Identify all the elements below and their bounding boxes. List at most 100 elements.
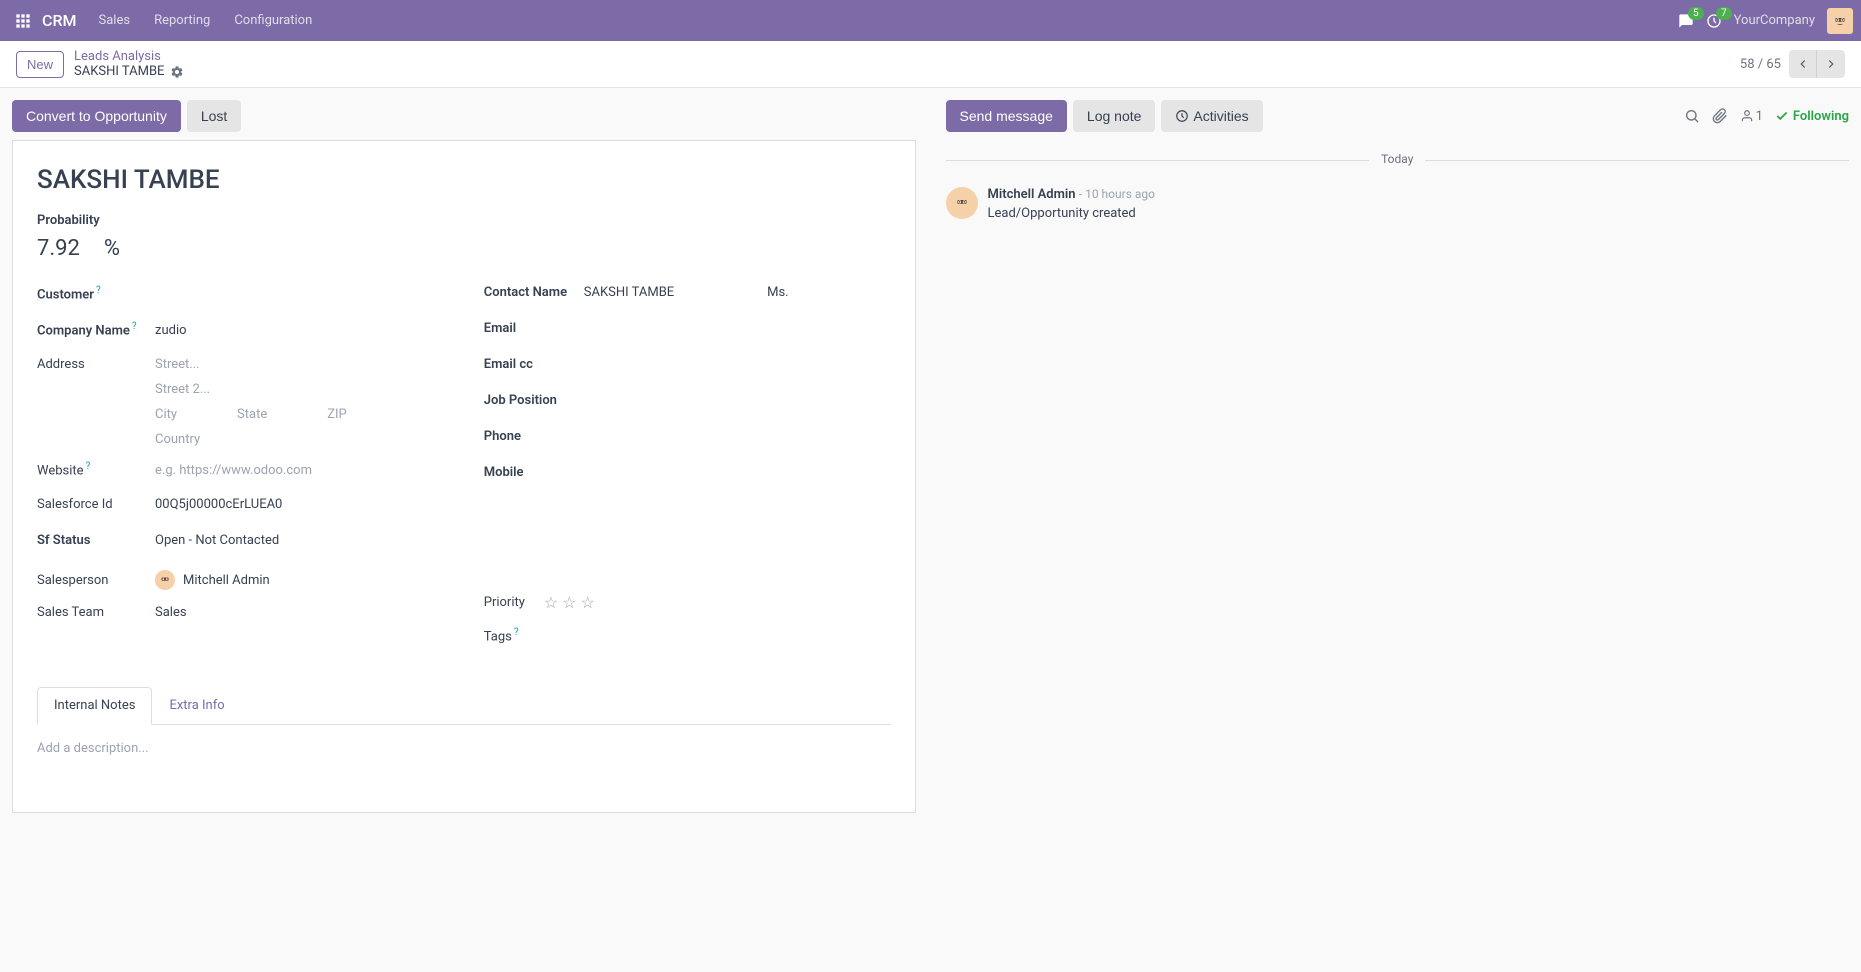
- help-icon[interactable]: ?: [96, 285, 101, 296]
- star-icon[interactable]: ☆: [580, 593, 594, 612]
- address-label: Address: [37, 357, 155, 372]
- day-divider: Today: [946, 152, 1850, 167]
- chatter-message: Mitchell Admin - 10 hours ago Lead/Oppor…: [946, 187, 1850, 221]
- probability-row: 7.92 %: [37, 236, 891, 261]
- street-field[interactable]: Street...: [155, 357, 444, 372]
- salesperson-field[interactable]: Mitchell Admin: [155, 570, 270, 590]
- website-field[interactable]: e.g. https://www.odoo.com: [155, 463, 312, 478]
- form-panel: Convert to Opportunity Lost SAKSHI TAMBE…: [12, 100, 916, 813]
- sf-status-field[interactable]: Open - Not Contacted: [155, 533, 444, 548]
- check-icon: [1775, 109, 1789, 123]
- salesperson-avatar: [155, 570, 175, 590]
- lost-button[interactable]: Lost: [187, 100, 241, 132]
- menu-configuration[interactable]: Configuration: [224, 7, 322, 34]
- salesforce-id-field[interactable]: 00Q5j00000cErLUEA0: [155, 497, 444, 512]
- chevron-left-icon: [1796, 57, 1810, 71]
- app-name[interactable]: CRM: [42, 11, 77, 30]
- form-col-left: Customer? Company Name? zudio Address St…: [37, 285, 444, 663]
- sales-team-field[interactable]: Sales: [155, 605, 444, 620]
- probability-unit: %: [104, 236, 120, 261]
- priority-label: Priority: [484, 595, 544, 610]
- avatar-face-icon: [953, 194, 971, 212]
- apps-grid-icon: [15, 13, 31, 29]
- activities-button[interactable]: Activities: [1161, 100, 1262, 132]
- new-button[interactable]: New: [16, 51, 64, 78]
- street2-field[interactable]: Street 2...: [155, 382, 444, 397]
- control-panel-right: 58 / 65: [1740, 50, 1845, 78]
- convert-to-opportunity-button[interactable]: Convert to Opportunity: [12, 100, 181, 132]
- user-avatar[interactable]: [1827, 8, 1853, 34]
- message-author[interactable]: Mitchell Admin: [988, 187, 1076, 202]
- attachment-icon[interactable]: [1712, 108, 1728, 124]
- help-icon[interactable]: ?: [132, 321, 137, 332]
- following-button[interactable]: Following: [1775, 109, 1849, 124]
- person-icon: [1740, 109, 1754, 123]
- gear-icon[interactable]: [170, 65, 184, 79]
- chevron-right-icon: [1824, 57, 1838, 71]
- email-cc-label: Email cc: [484, 357, 584, 372]
- apps-launcher[interactable]: [8, 6, 38, 36]
- priority-stars[interactable]: ☆ ☆ ☆: [544, 593, 595, 612]
- send-message-button[interactable]: Send message: [946, 100, 1067, 132]
- breadcrumb-current-text: SAKSHI TAMBE: [74, 64, 164, 79]
- menu-reporting[interactable]: Reporting: [144, 7, 220, 34]
- salesforce-id-label: Salesforce Id: [37, 497, 155, 512]
- contact-name-field[interactable]: SAKSHI TAMBE: [584, 285, 707, 300]
- avatar-face-icon: [158, 573, 172, 587]
- tab-extra-info[interactable]: Extra Info: [152, 687, 241, 724]
- lead-name-title[interactable]: SAKSHI TAMBE: [37, 165, 891, 195]
- menu-sales[interactable]: Sales: [89, 7, 141, 34]
- mobile-label: Mobile: [484, 465, 584, 480]
- log-note-button[interactable]: Log note: [1073, 100, 1156, 132]
- search-icon[interactable]: [1684, 108, 1700, 124]
- navbar-right: 5 7 YourCompany: [1678, 8, 1853, 34]
- pager-next[interactable]: [1817, 50, 1845, 78]
- message-avatar[interactable]: [946, 187, 978, 219]
- state-field[interactable]: State: [237, 407, 267, 422]
- form-tabs: Internal Notes Extra Info: [37, 687, 891, 725]
- phone-label: Phone: [484, 429, 584, 444]
- description-field[interactable]: Add a description...: [37, 741, 891, 756]
- pager-current[interactable]: 58: [1740, 57, 1755, 72]
- tab-content: Add a description...: [37, 725, 891, 772]
- help-icon[interactable]: ?: [514, 627, 519, 638]
- message-content: Lead/Opportunity created: [988, 206, 1850, 221]
- star-icon[interactable]: ☆: [562, 593, 576, 612]
- follower-count-value: 1: [1756, 109, 1763, 124]
- activities-button[interactable]: 7: [1706, 13, 1722, 29]
- statusbar: Convert to Opportunity Lost: [12, 100, 916, 132]
- company-selector[interactable]: YourCompany: [1734, 13, 1815, 28]
- breadcrumb: Leads Analysis SAKSHI TAMBE: [74, 49, 184, 79]
- activities-badge: 7: [1716, 7, 1732, 20]
- company-name-label: Company Name?: [37, 321, 155, 338]
- form-sheet: SAKSHI TAMBE Probability 7.92 % Customer…: [12, 140, 916, 813]
- probability-value[interactable]: 7.92: [37, 236, 80, 261]
- customer-label: Customer?: [37, 285, 155, 302]
- control-panel: New Leads Analysis SAKSHI TAMBE 58 / 65: [0, 41, 1861, 88]
- main-content: Convert to Opportunity Lost SAKSHI TAMBE…: [0, 88, 1861, 825]
- navbar-menu: Sales Reporting Configuration: [89, 7, 323, 34]
- country-field[interactable]: Country: [155, 432, 444, 447]
- job-position-label: Job Position: [484, 393, 584, 408]
- star-icon[interactable]: ☆: [544, 593, 558, 612]
- pager-sep: /: [1755, 57, 1767, 72]
- help-icon[interactable]: ?: [86, 461, 91, 472]
- following-label: Following: [1793, 109, 1849, 124]
- salesperson-name: Mitchell Admin: [183, 573, 270, 588]
- followers-button[interactable]: 1: [1740, 109, 1763, 124]
- form-col-right: Contact Name SAKSHI TAMBE Ms. Email Emai…: [484, 285, 891, 663]
- company-name-field[interactable]: zudio: [155, 323, 444, 338]
- breadcrumb-parent[interactable]: Leads Analysis: [74, 49, 184, 64]
- messages-button[interactable]: 5: [1678, 13, 1694, 29]
- chatter-toolbar: Send message Log note Activities 1 Follo…: [946, 100, 1850, 132]
- navbar: CRM Sales Reporting Configuration 5 7 Yo…: [0, 0, 1861, 41]
- pager: 58 / 65: [1740, 57, 1781, 72]
- title-field[interactable]: Ms.: [767, 285, 890, 300]
- chatter-right: 1 Following: [1684, 108, 1849, 124]
- tab-internal-notes[interactable]: Internal Notes: [37, 687, 152, 725]
- message-time: - 10 hours ago: [1079, 187, 1155, 201]
- city-field[interactable]: City: [155, 407, 177, 422]
- zip-field[interactable]: ZIP: [327, 407, 347, 422]
- clock-icon: [1175, 109, 1189, 123]
- pager-prev[interactable]: [1789, 50, 1817, 78]
